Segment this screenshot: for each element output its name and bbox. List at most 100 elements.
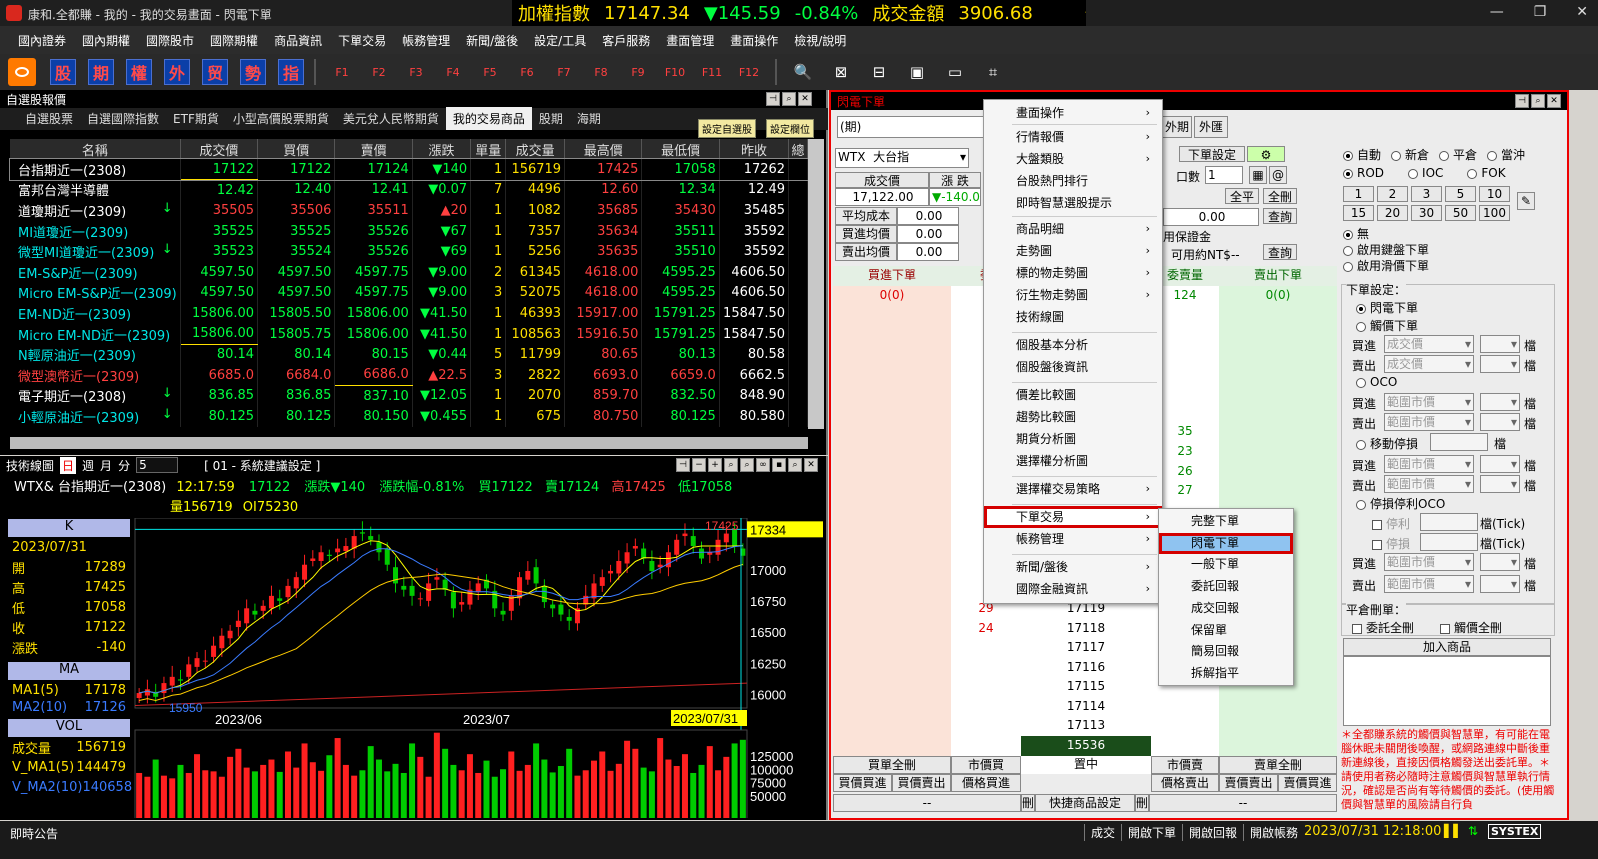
stop-sell-type[interactable]: 範圍市價 (1384, 575, 1474, 593)
menu-item[interactable]: 新聞/盤後 (458, 32, 526, 49)
buy-order-count[interactable]: 0(0) (833, 286, 951, 306)
context-menu-item[interactable]: 趨勢比較圖 (984, 406, 1162, 428)
ladder-footer-button[interactable]: -- (833, 794, 1021, 812)
cancel-entrust-check[interactable]: 委託全刪 (1366, 621, 1414, 635)
sell-order-count[interactable]: 0(0) (1219, 286, 1337, 306)
function-key-button[interactable]: F9 (622, 59, 654, 85)
menu-item[interactable]: 帳務管理 (394, 32, 458, 49)
function-key-button[interactable]: F7 (548, 59, 580, 85)
tif-option[interactable]: FOK (1467, 166, 1506, 180)
menu-item[interactable]: 設定/工具 (526, 32, 594, 49)
quote-row[interactable]: N輕原油近一(2309) 80.14 80.14 80.15 ▼0.44 5 11799 80… (10, 344, 808, 365)
submenu-item[interactable]: 拆解指平 (1159, 663, 1293, 685)
ladder-price-mode-button[interactable]: 價格買進 (951, 774, 1021, 792)
close-icon[interactable]: ✕ (798, 92, 812, 106)
ladder-footer-button[interactable]: 刪 (1135, 794, 1149, 812)
status-action[interactable]: 開啟回報 (1182, 824, 1243, 841)
column-header[interactable]: 成交量 (505, 139, 566, 159)
ladder-price[interactable]: 17118 (1021, 619, 1151, 639)
close-icon[interactable]: ✕ (804, 458, 818, 472)
menu-item[interactable]: 下單交易 (330, 32, 394, 49)
ladder-footer-button[interactable]: -- (1149, 794, 1337, 812)
period-select[interactable]: 5 (136, 457, 179, 473)
column-header[interactable]: 名稱 (10, 139, 181, 159)
toolbar-shortcut-button[interactable]: 外 (164, 59, 190, 85)
pencil-icon[interactable]: ✎ (1517, 192, 1535, 210)
context-menu-item[interactable]: 走勢圖 › (984, 240, 1162, 262)
ladder-price[interactable]: 17114 (1021, 697, 1151, 717)
zoom-in-icon[interactable]: ⌕ (740, 458, 754, 472)
tif-option[interactable]: IOC (1408, 166, 1443, 180)
submenu-item[interactable]: 一般下單 (1159, 554, 1293, 576)
ladder-price-mode-button[interactable]: 買價買進 (833, 774, 892, 792)
minus-icon[interactable]: − (692, 458, 706, 472)
ladder-price-mode-button[interactable]: 價格賣出 (1151, 774, 1219, 792)
sell-price-type[interactable]: 成交價 (1384, 355, 1474, 373)
trailing-stop-radio[interactable]: 移動停損 (1370, 437, 1418, 451)
column-header[interactable]: 買價 (257, 139, 336, 159)
stop-buy-type[interactable]: 範圍市價 (1384, 553, 1474, 571)
close-all-button[interactable]: 全平 (1225, 188, 1259, 204)
oco-sell-type[interactable]: 範圍市價 (1384, 413, 1474, 431)
tif-option[interactable]: ROD (1343, 166, 1384, 180)
function-key-button[interactable]: F6 (511, 59, 543, 85)
function-key-button[interactable]: F5 (474, 59, 506, 85)
chart-setting[interactable]: [ 01 - 系統建議設定 ] (204, 457, 320, 474)
menu-item[interactable]: 商品資訊 (266, 32, 330, 49)
calc-icon[interactable]: ▦ (1249, 166, 1267, 184)
ladder-price[interactable]: 17117 (1021, 638, 1151, 658)
period-day[interactable]: 日 (60, 456, 77, 474)
pin-icon[interactable]: ⊣ (676, 458, 690, 472)
ladder-action-button[interactable]: 市價買 (951, 756, 1021, 774)
toolbar-shortcut-button[interactable]: 指 (278, 59, 304, 85)
toolbar-shortcut-button[interactable]: 權 (126, 59, 152, 85)
context-menu-item[interactable]: 技術線圖 (984, 306, 1162, 328)
stop-loss-input[interactable] (1420, 533, 1478, 551)
toolbar-shortcut-button[interactable]: 贸 (202, 59, 228, 85)
context-menu-item[interactable]: 選擇權交易策略 › (984, 478, 1162, 500)
trail-buy-type[interactable]: 範圍市價 (1384, 455, 1474, 473)
function-key-button[interactable]: F3 (400, 59, 432, 85)
stop-oco-radio[interactable]: 停損停利OCO (1370, 497, 1445, 511)
context-menu-item[interactable]: 商品明細 › (984, 218, 1162, 240)
column-header[interactable]: 賣價 (334, 139, 413, 159)
submenu-item[interactable]: 閃電下單 (1159, 532, 1293, 555)
toolbar-shortcut-button[interactable]: 期 (88, 59, 114, 85)
watchlist-tab[interactable]: 海期 (570, 107, 608, 130)
ladder-price-mode-button[interactable]: 買價賣出 (892, 774, 951, 792)
quote-row[interactable]: 微型MI道瓊近一(2309) ↓ 35523 35524 35526 ▼69 1 5256 35… (10, 241, 808, 262)
cond-slippage[interactable]: 啟用滑價下單 (1357, 259, 1429, 273)
function-key-button[interactable]: F4 (437, 59, 469, 85)
context-menu-item[interactable]: 個股基本分析 (984, 334, 1162, 356)
buy-price-type[interactable]: 成交價 (1384, 335, 1474, 353)
column-header[interactable]: 最低價 (641, 139, 720, 159)
oco-sell-tick[interactable] (1480, 413, 1520, 431)
context-menu-item[interactable]: 台股熱門排行 (984, 170, 1162, 192)
column-header[interactable]: 成交價 (180, 139, 259, 159)
stop-profit-check[interactable]: 停利 (1386, 517, 1410, 531)
quantity-preset-button[interactable]: 10 (1479, 186, 1510, 202)
function-key-button[interactable]: F1 (326, 59, 358, 85)
minimize-button[interactable]: — (1490, 4, 1504, 20)
settings-toggle-icon[interactable]: ⚙ (1247, 146, 1285, 162)
lots-input[interactable]: 1 (1205, 166, 1243, 184)
menu-item[interactable]: 國內期權 (74, 32, 138, 49)
candlestick-chart[interactable]: 17000 16750 16500 16250 16000 17334 17425 15950… (133, 518, 826, 818)
position-mode-option[interactable]: 新倉 (1391, 146, 1429, 163)
save-icon[interactable]: ▪ (772, 458, 786, 472)
sell-tick-select[interactable] (1480, 355, 1520, 373)
ladder-price-mode-button[interactable]: 賣價賣出 (1219, 774, 1278, 792)
zoom-icon[interactable]: ⌕ (1531, 94, 1545, 108)
quantity-preset-button[interactable]: 20 (1377, 205, 1408, 221)
watchlist-tab[interactable]: ETF期貨 (166, 107, 226, 130)
quantity-preset-button[interactable]: 1 (1343, 186, 1374, 202)
oco-buy-type[interactable]: 範圍市價 (1384, 393, 1474, 411)
position-mode-option[interactable]: 自動 (1343, 146, 1381, 163)
context-menu-item[interactable]: 畫面操作 › (984, 102, 1162, 124)
quantity-preset-button[interactable]: 30 (1411, 205, 1442, 221)
watchlist-tab[interactable]: 我的交易商品 (445, 107, 532, 130)
window-icon[interactable]: ▣ (901, 59, 933, 85)
toolbar-shortcut-button[interactable]: 股 (50, 59, 76, 85)
close-button[interactable]: ✕ (1576, 4, 1588, 20)
cancel-all-button[interactable]: 全刪 (1263, 188, 1297, 204)
